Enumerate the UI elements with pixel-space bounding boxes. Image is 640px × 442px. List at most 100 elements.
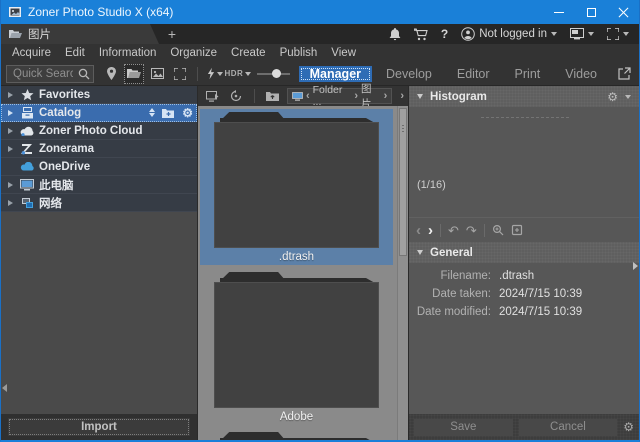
folder-tile-partial[interactable] bbox=[200, 429, 393, 440]
chevron-down-icon[interactable] bbox=[625, 95, 631, 99]
show-on-display-button[interactable] bbox=[202, 86, 222, 106]
menu-organize[interactable]: Organize bbox=[163, 47, 224, 59]
next-file-icon[interactable]: › bbox=[428, 223, 433, 238]
main-content: Favorites Catalog ⚙ bbox=[1, 86, 639, 440]
breadcrumb-overflow-icon[interactable]: › bbox=[400, 90, 404, 102]
menu-view[interactable]: View bbox=[324, 47, 363, 59]
scrollbar-thumb[interactable] bbox=[399, 108, 407, 256]
menu-create[interactable]: Create bbox=[224, 47, 273, 59]
folder-tile-dtrash[interactable]: .dtrash bbox=[200, 109, 393, 265]
maximize-button[interactable] bbox=[575, 0, 607, 24]
flash-auto-button[interactable] bbox=[205, 64, 225, 84]
chevron-right-icon[interactable]: › bbox=[354, 90, 358, 102]
module-manager[interactable]: Manager bbox=[299, 66, 372, 82]
cart-icon[interactable] bbox=[414, 28, 428, 41]
expand-arrow-icon[interactable] bbox=[8, 200, 13, 206]
expand-arrow-icon[interactable] bbox=[8, 92, 13, 98]
chevron-right-icon[interactable]: › bbox=[384, 90, 388, 102]
tab-pictures[interactable]: 图片 bbox=[1, 24, 159, 44]
quick-search bbox=[6, 65, 94, 83]
module-print[interactable]: Print bbox=[504, 66, 552, 82]
sort-icon[interactable] bbox=[149, 108, 155, 117]
file-nav-toolbar: ‹ › ↶ ↷ bbox=[409, 218, 639, 242]
sidebar-item-onedrive[interactable]: OneDrive bbox=[1, 158, 197, 176]
previous-file-icon[interactable]: ‹ bbox=[416, 223, 421, 238]
selection-counter: (1/16) bbox=[417, 179, 446, 191]
menu-acquire[interactable]: Acquire bbox=[5, 47, 58, 59]
sidebar-empty-area bbox=[1, 212, 197, 414]
tab-bar: 图片 + ? Not logged in bbox=[1, 24, 639, 44]
histogram-header[interactable]: Histogram ⚙ bbox=[409, 86, 639, 107]
expand-arrow-icon[interactable] bbox=[8, 146, 13, 152]
sidebar-item-this-pc[interactable]: 此电脑 bbox=[1, 176, 197, 194]
menu-information[interactable]: Information bbox=[92, 47, 164, 59]
general-header[interactable]: General bbox=[409, 242, 639, 263]
breadcrumb-parent[interactable]: Folder ... bbox=[313, 84, 352, 108]
import-button[interactable]: Import bbox=[8, 418, 190, 436]
sidebar-item-label: OneDrive bbox=[39, 161, 90, 173]
histogram-baseline bbox=[481, 117, 569, 118]
account-menu[interactable]: Not logged in bbox=[461, 27, 557, 41]
panel-empty-area bbox=[409, 321, 639, 414]
app-icon bbox=[8, 5, 22, 19]
folder-up-button[interactable] bbox=[263, 86, 283, 106]
info-panel: Histogram ⚙ (1/16) ‹ › ↶ ↷ bbox=[409, 86, 639, 440]
expand-panel-icon[interactable] bbox=[633, 262, 638, 270]
chevron-down-icon bbox=[245, 72, 251, 76]
menu-edit[interactable]: Edit bbox=[58, 47, 92, 59]
action-bar: Save Cancel ⚙ bbox=[409, 414, 639, 440]
expand-arrow-icon[interactable] bbox=[8, 182, 13, 188]
toolbar-separator bbox=[197, 67, 198, 81]
compare-add-icon[interactable] bbox=[511, 224, 523, 236]
new-tab-button[interactable]: + bbox=[159, 24, 185, 44]
module-develop[interactable]: Develop bbox=[375, 66, 443, 82]
chevron-down-icon bbox=[588, 32, 594, 36]
panel-settings-gear-icon[interactable]: ⚙ bbox=[623, 421, 634, 433]
collapse-sidebar-icon[interactable] bbox=[2, 384, 7, 392]
sidebar-item-network[interactable]: 网络 bbox=[1, 194, 197, 212]
module-video[interactable]: Video bbox=[554, 66, 608, 82]
minimize-button[interactable] bbox=[543, 0, 575, 24]
display-menu[interactable] bbox=[570, 28, 594, 40]
slider-knob[interactable] bbox=[272, 69, 281, 78]
vertical-scrollbar[interactable] bbox=[397, 106, 408, 440]
thumbnail-size-slider[interactable] bbox=[257, 64, 290, 84]
sidebar-item-favorites[interactable]: Favorites bbox=[1, 86, 197, 104]
map-pin-button[interactable] bbox=[101, 64, 121, 84]
expand-arrow-icon[interactable] bbox=[8, 110, 13, 116]
quick-edit-icon[interactable] bbox=[492, 224, 504, 236]
module-editor[interactable]: Editor bbox=[446, 66, 501, 82]
expand-arrow-icon[interactable] bbox=[8, 128, 13, 134]
field-value: 2024/7/15 10:39 bbox=[499, 288, 582, 300]
folder-icon bbox=[214, 272, 379, 408]
chevron-down-icon bbox=[623, 32, 629, 36]
save-button[interactable]: Save bbox=[414, 419, 513, 436]
add-folder-icon[interactable] bbox=[162, 108, 175, 118]
hdr-button[interactable]: HDR bbox=[228, 64, 248, 84]
help-icon[interactable]: ? bbox=[441, 27, 448, 41]
menu-publish[interactable]: Publish bbox=[273, 47, 325, 59]
sidebar-item-zonerama[interactable]: Zonerama bbox=[1, 140, 197, 158]
undock-window-button[interactable] bbox=[614, 64, 634, 84]
chevron-left-icon[interactable]: ‹ bbox=[306, 90, 310, 102]
menu-bar: Acquire Edit Information Organize Create… bbox=[1, 44, 639, 62]
rotate-left-icon[interactable]: ↶ bbox=[448, 224, 459, 237]
fullscreen-view-button[interactable] bbox=[170, 64, 190, 84]
folder-tile-adobe[interactable]: Adobe bbox=[200, 269, 393, 425]
browser-header: ‹ Folder ... › 图片 › › bbox=[198, 86, 408, 106]
histogram-settings-gear-icon[interactable]: ⚙ bbox=[607, 91, 618, 103]
browse-folders-button[interactable] bbox=[124, 64, 144, 84]
cancel-button[interactable]: Cancel bbox=[519, 419, 618, 436]
fullscreen-menu[interactable] bbox=[607, 28, 629, 40]
sidebar-item-catalog[interactable]: Catalog ⚙ bbox=[1, 104, 197, 122]
catalog-settings-gear-icon[interactable]: ⚙ bbox=[182, 107, 193, 119]
auto-rotate-button[interactable] bbox=[226, 86, 246, 106]
rotate-right-icon[interactable]: ↷ bbox=[466, 224, 477, 237]
sidebar-item-label: 网络 bbox=[39, 195, 62, 211]
network-icon bbox=[20, 196, 34, 209]
preview-image-button[interactable] bbox=[147, 64, 167, 84]
window-controls bbox=[543, 0, 639, 24]
notifications-bell-icon[interactable] bbox=[389, 28, 401, 41]
sidebar-item-zoner-photo-cloud[interactable]: Zoner Photo Cloud bbox=[1, 122, 197, 140]
close-button[interactable] bbox=[607, 0, 639, 24]
